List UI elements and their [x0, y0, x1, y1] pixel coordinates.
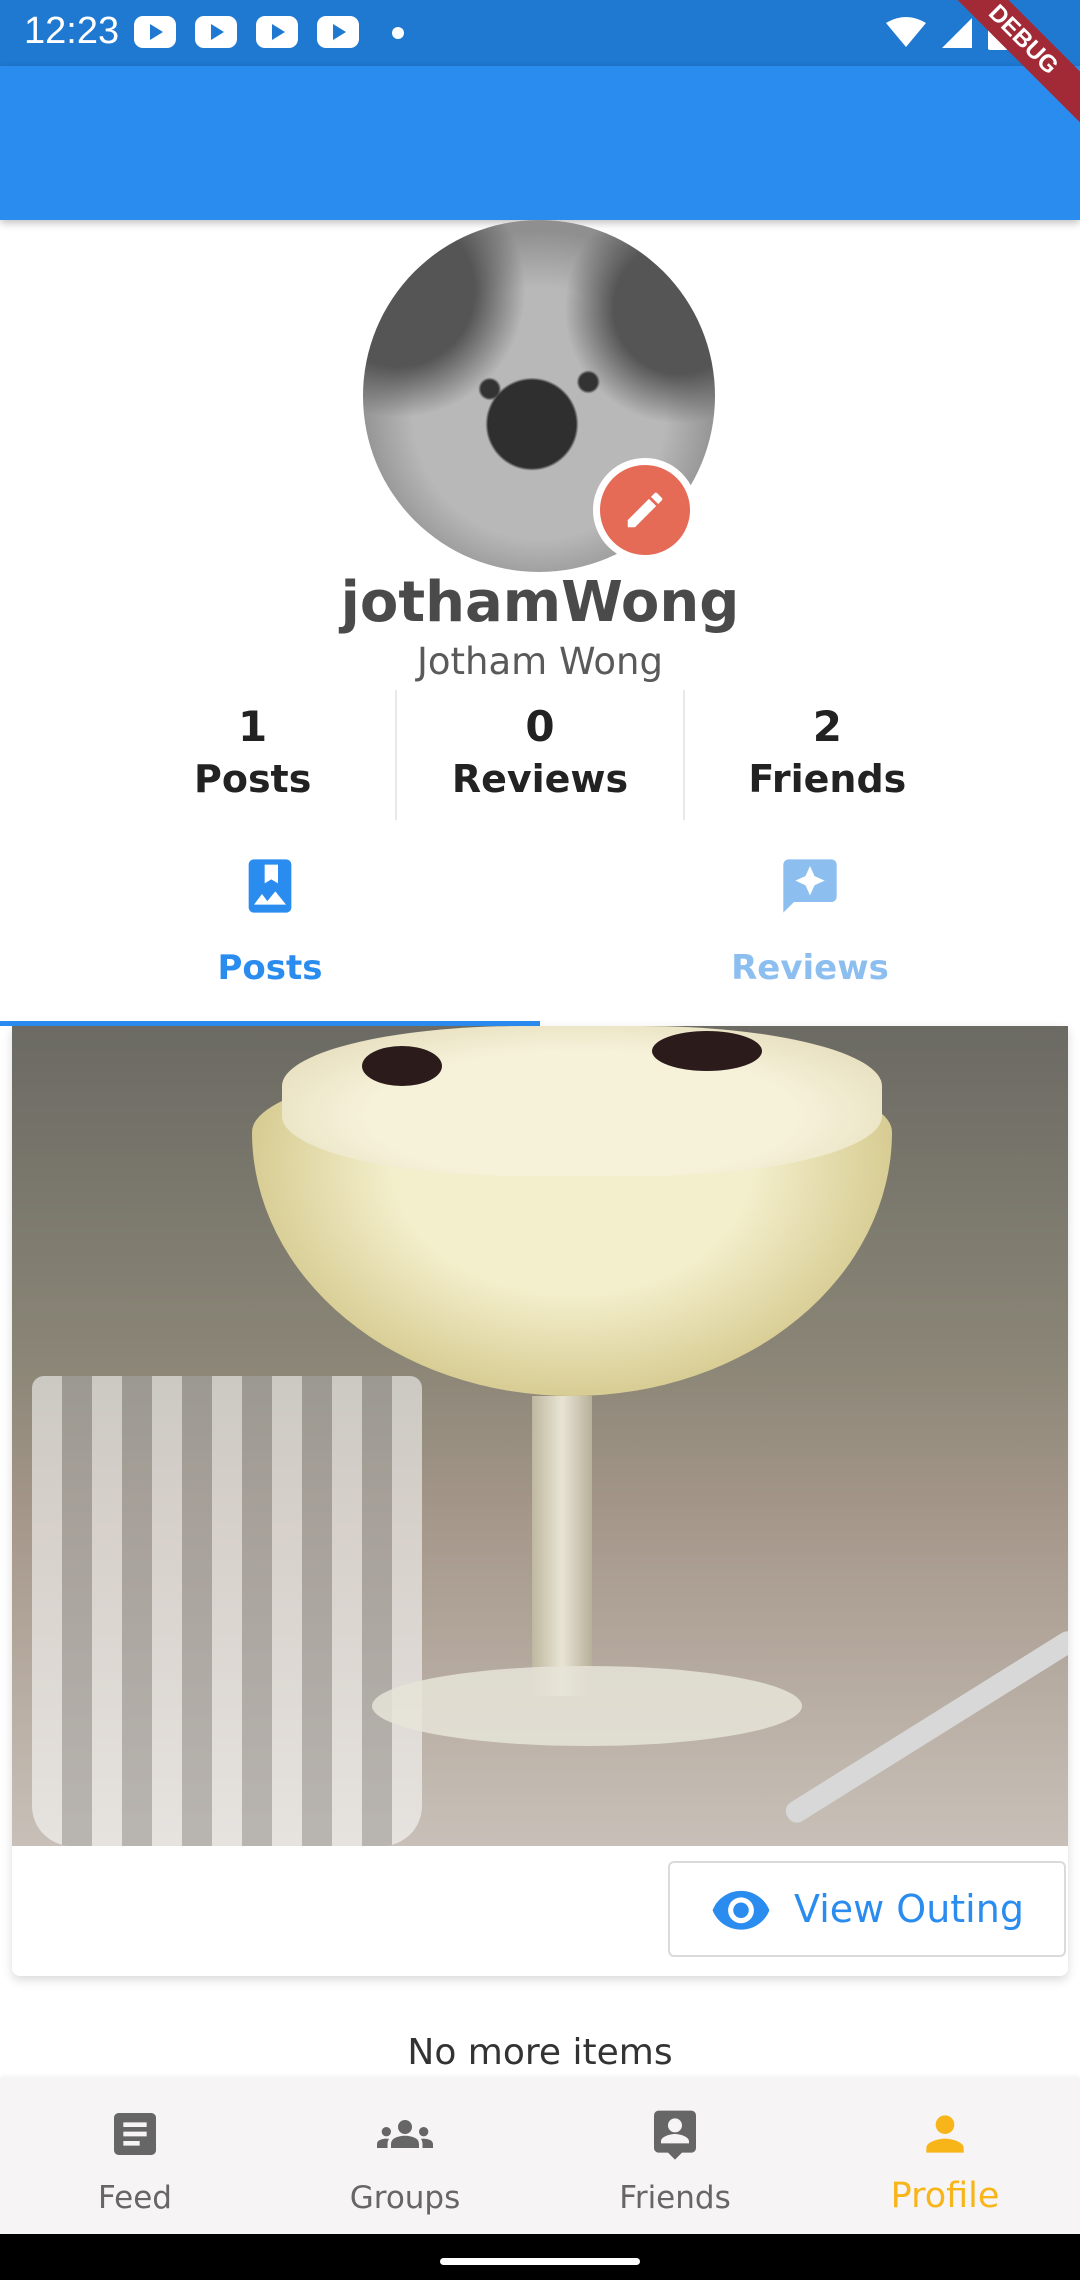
nav-label: Friends [619, 2180, 731, 2216]
rate-review-icon [783, 859, 837, 913]
stat-posts[interactable]: 1 Posts [110, 690, 395, 820]
photo-album-icon [248, 859, 292, 913]
stat-reviews[interactable]: 0 Reviews [395, 690, 682, 820]
tab-label: Posts [217, 948, 323, 988]
person-icon [926, 2115, 964, 2153]
youtube-notification-icon [256, 16, 298, 48]
stat-friends[interactable]: 2 Friends [682, 690, 970, 820]
nav-profile[interactable]: Profile [810, 2078, 1080, 2234]
tab-posts[interactable]: Posts [0, 830, 540, 1026]
profile-stats: 1 Posts 0 Reviews 2 Friends [110, 690, 970, 820]
wifi-icon [886, 17, 926, 47]
profile-tabs: Posts Reviews [0, 830, 1080, 1026]
bottom-navigation: Feed Groups Friends Profile [0, 2078, 1080, 2234]
home-gesture-handle[interactable] [440, 2258, 640, 2265]
list-end-message: No more items [407, 2032, 673, 2073]
view-outing-label: View Outing [794, 1887, 1024, 1931]
status-time: 12:23 [24, 10, 120, 52]
signal-icon [942, 18, 972, 48]
glass-base [372, 1666, 802, 1746]
username: jothamWong [340, 570, 740, 635]
groups-icon [377, 2120, 433, 2148]
nav-label: Groups [349, 2180, 461, 2216]
youtube-notification-icon [317, 16, 359, 48]
tab-reviews[interactable]: Reviews [540, 830, 1080, 1026]
youtube-notification-icon [134, 16, 176, 48]
chocolate-sauce [362, 1046, 442, 1086]
app-bar [0, 66, 1080, 220]
stat-label: Reviews [451, 757, 629, 801]
stat-value: 1 [238, 702, 268, 751]
tab-label: Reviews [731, 948, 889, 988]
stat-value: 2 [812, 702, 842, 751]
post-card[interactable]: View Outing [12, 1026, 1068, 1976]
nav-friends[interactable]: Friends [540, 2078, 810, 2234]
glass-stem [532, 1396, 592, 1696]
nav-label: Profile [890, 2176, 1000, 2216]
nav-feed[interactable]: Feed [0, 2078, 270, 2234]
view-outing-button[interactable]: View Outing [668, 1861, 1066, 1957]
ice-cream [282, 1026, 882, 1176]
stat-value: 0 [525, 702, 555, 751]
eye-icon [712, 1890, 770, 1930]
contact-icon [654, 2110, 696, 2160]
chocolate-sauce [652, 1031, 762, 1071]
edit-profile-button[interactable] [593, 458, 697, 562]
stat-label: Posts [193, 757, 312, 801]
nav-label: Feed [98, 2180, 172, 2216]
water-glass [32, 1376, 422, 1846]
post-image [12, 1026, 1068, 1846]
spoon [782, 1627, 1068, 1827]
youtube-notification-icon [195, 16, 237, 48]
stat-label: Friends [748, 757, 907, 801]
pencil-icon [627, 492, 663, 528]
gesture-bar [0, 2234, 1080, 2280]
article-icon [114, 2113, 156, 2155]
full-name: Jotham Wong [417, 640, 663, 683]
status-bar: 12:23 [0, 0, 1080, 66]
nav-groups[interactable]: Groups [270, 2078, 540, 2234]
more-notifications-icon [392, 27, 404, 39]
